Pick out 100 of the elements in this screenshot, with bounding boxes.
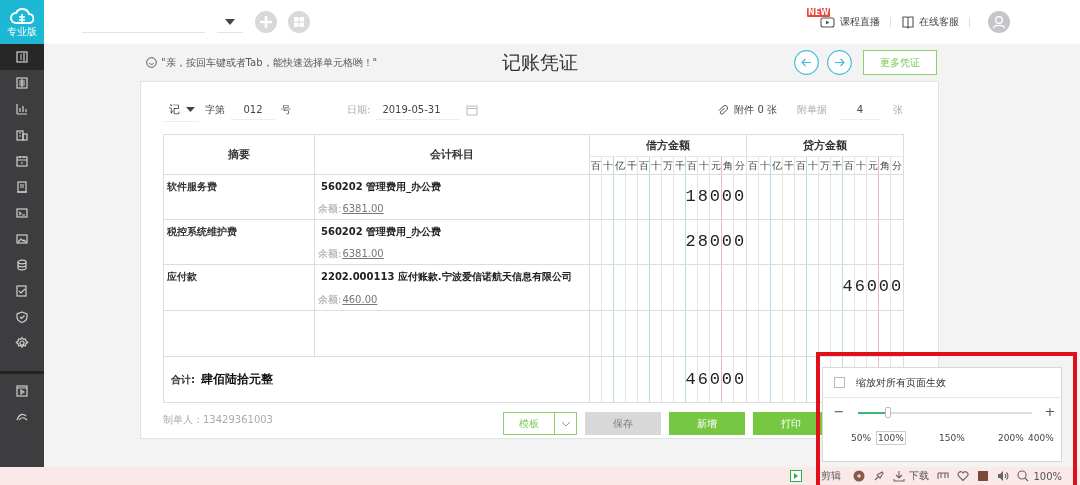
checkbox-label: 缩放对所有页面生效 — [856, 375, 946, 390]
unit-label: 千 — [783, 157, 795, 174]
column-header: 摘要 — [164, 135, 315, 175]
building-icon — [15, 128, 29, 142]
caret-icon — [225, 18, 235, 25]
unit-label: 元 — [710, 157, 722, 174]
zoom-preset[interactable]: 150% — [937, 431, 967, 445]
summary-text: 软件服务费 — [167, 181, 217, 192]
balance-link[interactable]: 6381.00 — [342, 203, 384, 214]
unit-label: 分 — [891, 159, 903, 173]
word-label: 字第 — [205, 103, 225, 117]
caret-icon — [186, 106, 195, 112]
unit-label: 分 — [734, 159, 746, 173]
calendar-icon — [466, 104, 479, 116]
summary-text: 应付款 — [167, 271, 197, 282]
voucher-title: 记账凭证 — [501, 49, 579, 75]
unit-label: 十 — [650, 157, 662, 174]
edition-label: 专业版 — [7, 26, 37, 37]
clip-label[interactable]: 剪辑 — [821, 469, 842, 483]
documents-field[interactable]: 4 — [839, 100, 881, 120]
unit-label: 千 — [626, 157, 638, 174]
amount-value: 46000 — [842, 277, 903, 297]
smile-icon — [146, 57, 157, 68]
documents-suffix: 张 — [893, 103, 903, 117]
balance-label: 余额: — [318, 294, 342, 305]
unit-label: 角 — [722, 157, 734, 174]
chevron-icon — [560, 420, 571, 427]
attachments-link[interactable]: 附件 0 张 — [734, 103, 777, 117]
balance-label: 余额: — [318, 203, 342, 214]
unit-label: 万 — [819, 157, 831, 174]
amount-value: 18000 — [685, 187, 746, 207]
image-icon — [15, 232, 29, 246]
unit-label: 千 — [831, 157, 843, 174]
calendar-icon — [15, 154, 29, 168]
summary-text: 税控系统维护费 — [167, 226, 237, 237]
zoom-preset[interactable]: 50% — [849, 431, 873, 445]
unit-label: 角 — [879, 157, 891, 174]
book-icon — [15, 180, 29, 194]
shield-icon — [15, 310, 29, 324]
unit-label: 亿 — [614, 157, 626, 174]
unit-label: 百 — [843, 157, 855, 174]
tip-text: "亲，按回车键或者Tab，能快速选择单元格哟！" — [161, 55, 378, 70]
balance-link[interactable]: 6381.00 — [342, 248, 384, 259]
maker-text: 制单人：13429361003 — [163, 413, 274, 427]
date-field[interactable]: 2019-05-31 — [376, 100, 461, 120]
paperclip-icon — [717, 104, 729, 116]
online-service-link[interactable]: 在线客服 — [919, 15, 959, 29]
document-icon — [15, 50, 29, 64]
list-icon — [15, 76, 29, 90]
slider-thumb[interactable] — [884, 406, 891, 418]
zoom-preset[interactable]: 200% — [996, 431, 1026, 445]
column-header: 贷方金额 — [747, 135, 904, 157]
total-label: 合计: — [171, 372, 195, 387]
cloud-icon — [10, 7, 34, 25]
heart-icon[interactable] — [957, 470, 970, 482]
account-text: 560202 管理费用_办公费 — [320, 180, 443, 194]
square-icon[interactable] — [977, 470, 990, 482]
pin-icon[interactable] — [873, 470, 886, 482]
column-header: 会计科目 — [315, 135, 590, 175]
download-icon[interactable] — [893, 470, 906, 482]
gear-icon — [15, 336, 29, 350]
sidebar-item[interactable] — [0, 44, 44, 70]
unit-label: 千 — [674, 157, 686, 174]
unit-label: 十 — [807, 157, 819, 174]
total-in-words: 肆佰陆拾元整 — [201, 371, 273, 388]
unit-label: 百 — [795, 157, 807, 174]
document-check-icon — [15, 284, 29, 298]
balance-label: 余额: — [318, 248, 342, 259]
unit-label: 亿 — [771, 157, 783, 174]
balance-link[interactable]: 460.00 — [342, 294, 378, 305]
checkbox[interactable] — [834, 377, 845, 388]
unit-label: 百 — [638, 157, 650, 174]
number-field[interactable]: 012 — [231, 100, 275, 120]
speaker-icon[interactable] — [997, 470, 1010, 482]
voucher-type-select[interactable]: 记 — [163, 98, 199, 122]
zoom-preset[interactable]: 100% — [876, 431, 906, 445]
unit-label: 百 — [686, 157, 698, 174]
unit-label: 十 — [602, 157, 614, 174]
unit-label: 十 — [759, 157, 771, 174]
zoom-preset[interactable]: 400% — [1026, 431, 1056, 445]
zoom-out-button[interactable]: − — [832, 405, 846, 419]
date-label: 日期: — [347, 103, 371, 117]
zoom-in-button[interactable]: + — [1043, 405, 1057, 419]
unit-label: 百 — [590, 157, 602, 174]
account-text: 2202.000113 应付账款.宁波爱信诺航天信息有限公司 — [320, 270, 573, 284]
documents-label: 附单据 — [797, 103, 827, 117]
download-label[interactable]: 下载 — [909, 469, 930, 483]
unit-label: 元 — [867, 157, 879, 174]
book-icon — [901, 15, 915, 29]
zoom-level-label[interactable]: 100% — [1033, 470, 1062, 482]
amount-value: 28000 — [685, 232, 746, 252]
unit-label: 十 — [855, 157, 867, 174]
unit-label: 万 — [662, 157, 674, 174]
zoom-icon[interactable] — [1017, 470, 1030, 482]
terminal-icon — [15, 206, 29, 220]
live-course-link[interactable]: 课程直播 — [840, 15, 880, 29]
column-header: 借方金额 — [590, 135, 747, 157]
new-badge: NEW — [807, 8, 830, 17]
number-suffix: 号 — [281, 103, 291, 117]
unit-label: 百 — [747, 157, 759, 174]
